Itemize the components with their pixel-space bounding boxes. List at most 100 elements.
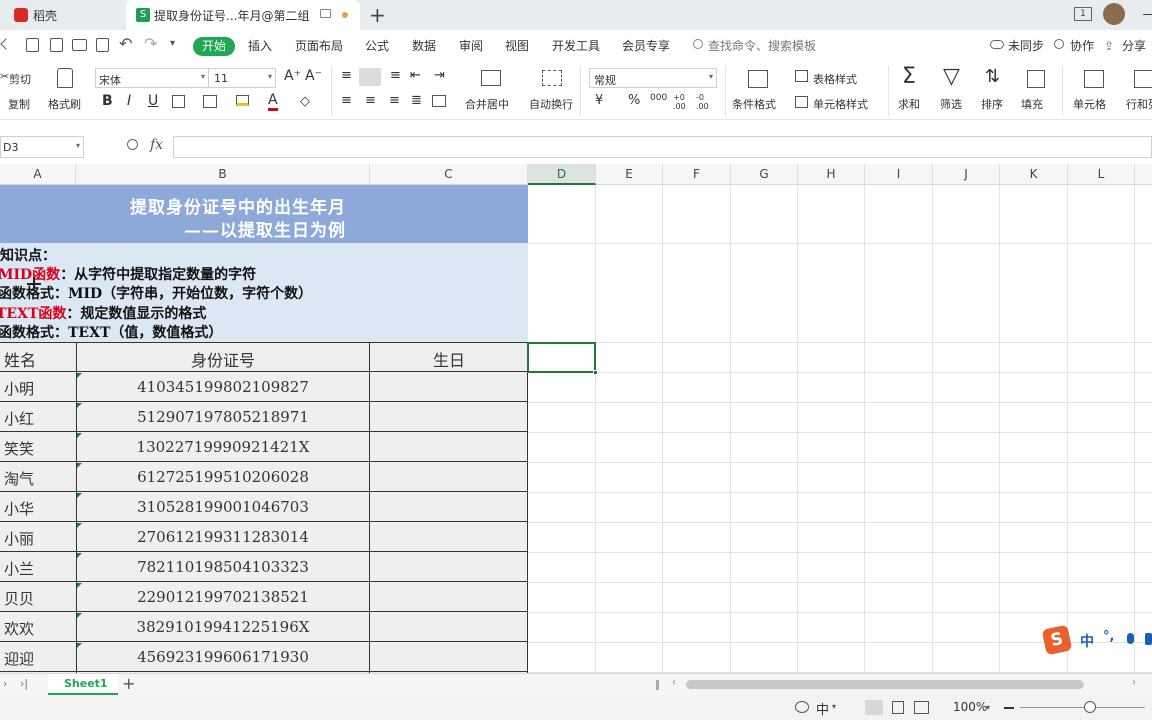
bold-icon[interactable]: B: [102, 93, 113, 109]
tab-page-layout[interactable]: 页面布局: [295, 37, 343, 54]
column-header-k[interactable]: K: [1000, 164, 1068, 185]
tab-member[interactable]: 会员专享: [622, 37, 670, 54]
zoom-search-icon[interactable]: [127, 139, 138, 150]
sheet-grid[interactable]: 提取身份证号中的出生年月 ——以提取生日为例 知识点： MID函数：从字符中提取…: [0, 185, 1152, 673]
print-preview-icon[interactable]: [96, 38, 109, 52]
cell-format-icon[interactable]: [203, 95, 217, 108]
scroll-left-icon[interactable]: ‹: [672, 677, 676, 688]
tab-developer[interactable]: 开发工具: [552, 37, 600, 54]
table-row[interactable]: 小明 410345199802109827: [0, 372, 528, 402]
zoom-slider-track[interactable]: [1020, 707, 1145, 708]
minimize-icon[interactable]: [1143, 14, 1152, 15]
column-header-j[interactable]: J: [933, 164, 1000, 185]
cell-button[interactable]: 单元格: [1073, 96, 1106, 112]
tab-docer[interactable]: 稻壳: [0, 0, 122, 30]
number-format-select[interactable]: 常规 ▾: [589, 68, 717, 88]
chevron-down-icon[interactable]: ▾: [986, 703, 990, 712]
table-row[interactable]: 小红 512907197805218971: [0, 402, 528, 432]
justify-icon[interactable]: ≣: [411, 93, 422, 108]
font-color-icon[interactable]: A: [268, 93, 278, 111]
cell-style-button[interactable]: 单元格样式: [813, 96, 868, 112]
conditional-format-button[interactable]: 条件格式: [732, 96, 776, 112]
header-birthday[interactable]: 生日: [370, 347, 528, 371]
horizontal-scrollbar-thumb[interactable]: [686, 680, 1084, 689]
decimal-decrease-icon[interactable]: -0 .00: [696, 93, 714, 111]
align-top-icon[interactable]: ≡: [341, 68, 352, 83]
ime-punct-icon[interactable]: °,: [1103, 629, 1114, 644]
percent-icon[interactable]: %: [628, 93, 640, 108]
ime-floating-bar[interactable]: S 中 °,: [1041, 624, 1152, 656]
scroll-splitter[interactable]: [656, 680, 659, 690]
row-col-button[interactable]: 行和列: [1126, 96, 1152, 112]
indent-decrease-icon[interactable]: ⇤: [410, 68, 421, 83]
merge-center-button[interactable]: 合并居中: [465, 96, 509, 112]
table-row[interactable]: 小华 310528199001046703: [0, 492, 528, 522]
italic-icon[interactable]: I: [127, 93, 131, 109]
fx-icon[interactable]: fx: [150, 137, 163, 153]
window-count-badge[interactable]: 1: [1074, 7, 1092, 21]
ime-status[interactable]: 中: [816, 699, 829, 718]
undo-icon[interactable]: ↶: [119, 34, 132, 53]
font-shrink-icon[interactable]: A⁻: [305, 68, 322, 84]
microphone-icon[interactable]: [1127, 633, 1134, 644]
avatar[interactable]: [1103, 3, 1125, 25]
normal-view-icon[interactable]: [865, 700, 883, 715]
sort-button[interactable]: 排序: [981, 96, 1003, 112]
tab-formulas[interactable]: 公式: [365, 37, 389, 54]
thousands-icon[interactable]: 000: [650, 93, 667, 103]
tab-view[interactable]: 视图: [505, 37, 529, 54]
knowledge-cell[interactable]: 知识点： MID函数：从字符中提取指定数量的字符 函数格式：MID（字符串，开始…: [0, 243, 528, 342]
menu-collapse-icon[interactable]: [0, 38, 12, 50]
align-bottom-icon[interactable]: ≡: [390, 68, 401, 83]
new-tab-button[interactable]: +: [369, 3, 386, 27]
column-header-d[interactable]: D: [528, 164, 596, 185]
eye-protection-icon[interactable]: [795, 701, 809, 713]
align-middle-icon[interactable]: [359, 68, 381, 86]
tab-screen-icon[interactable]: [320, 9, 331, 18]
font-size-select[interactable]: 11 ▾: [208, 68, 276, 88]
table-row[interactable]: 小丽 270612199311283014: [0, 522, 528, 552]
zoom-slider-thumb[interactable]: [1084, 701, 1096, 713]
table-row[interactable]: 笑笑 13022719990921421X: [0, 432, 528, 462]
sum-button[interactable]: 求和: [898, 96, 920, 112]
fill-handle[interactable]: [593, 370, 598, 375]
zoom-out-icon[interactable]: [1004, 707, 1014, 709]
align-center-icon[interactable]: ≡: [365, 93, 376, 108]
ime-more-icon[interactable]: [1145, 633, 1152, 645]
column-header-c[interactable]: C: [370, 164, 528, 185]
tab-document[interactable]: S 提取身份证号...年月@第二组: [126, 0, 360, 30]
column-header-e[interactable]: E: [596, 164, 663, 185]
indent-increase-icon[interactable]: ⇥: [434, 68, 445, 83]
quick-access-dropdown-icon[interactable]: ▾: [170, 38, 175, 49]
column-header-g[interactable]: G: [731, 164, 798, 185]
cut-button[interactable]: 剪切: [9, 71, 31, 87]
export-icon[interactable]: [50, 38, 63, 52]
share-button[interactable]: 分享: [1122, 37, 1146, 54]
sheet-tab-sheet1[interactable]: Sheet1: [48, 674, 118, 695]
add-sheet-button[interactable]: +: [122, 674, 135, 693]
table-row[interactable]: 淘气 612725199510206028: [0, 462, 528, 492]
title-cell[interactable]: 提取身份证号中的出生年月 ——以提取生日为例: [0, 185, 528, 243]
table-row[interactable]: 小兰 782110198504103323: [0, 552, 528, 582]
tab-insert[interactable]: 插入: [248, 37, 272, 54]
chevron-down-icon[interactable]: ▾: [832, 702, 836, 711]
scroll-right-icon[interactable]: ›: [1132, 677, 1136, 688]
decimal-increase-icon[interactable]: +0 .00: [673, 93, 691, 111]
font-name-select[interactable]: 宋体 ▾: [95, 68, 209, 88]
clear-icon[interactable]: ◇: [300, 94, 310, 109]
tab-review[interactable]: 审阅: [459, 37, 483, 54]
font-grow-icon[interactable]: A⁺: [284, 68, 301, 84]
header-name[interactable]: 姓名: [4, 347, 36, 371]
column-header-a[interactable]: A: [0, 164, 76, 185]
formula-input[interactable]: [173, 136, 1152, 158]
tab-data[interactable]: 数据: [412, 37, 436, 54]
column-header-l[interactable]: L: [1068, 164, 1135, 185]
column-header-b[interactable]: B: [76, 164, 370, 185]
command-search-input[interactable]: 查找命令、搜索模板: [708, 37, 816, 54]
wrap-text-button[interactable]: 自动换行: [529, 96, 573, 112]
copy-button[interactable]: 复制: [8, 96, 30, 112]
distribute-icon[interactable]: [432, 95, 446, 107]
collab-button[interactable]: 协作: [1070, 37, 1094, 54]
fill-button[interactable]: 填充: [1021, 96, 1043, 112]
column-header-i[interactable]: I: [865, 164, 933, 185]
